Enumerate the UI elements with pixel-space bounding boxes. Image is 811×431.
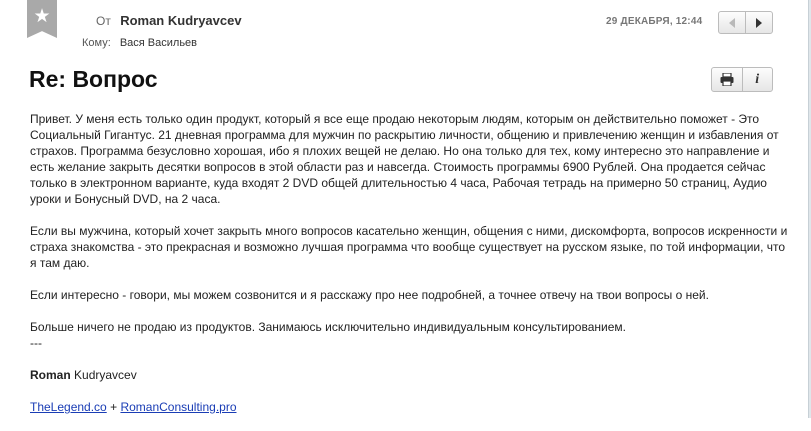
info-button[interactable]: i (743, 68, 773, 91)
signature-last-name: Kudryavcev (74, 368, 137, 382)
message-tools: i (711, 67, 773, 92)
message-body: Привет. У меня есть только один продукт,… (30, 111, 790, 431)
body-paragraph-2: Если вы мужчина, который хочет закрыть м… (30, 224, 788, 270)
body-paragraph-4: Больше ничего не продаю из продуктов. За… (30, 320, 626, 334)
link-joiner: + (110, 400, 118, 414)
body-paragraph-1: Привет. У меня есть только один продукт,… (30, 112, 779, 206)
to-label: Кому: (82, 37, 111, 49)
message-navigation (718, 11, 773, 34)
from-label: От (96, 14, 111, 28)
printer-icon (720, 73, 734, 86)
link-thelegend[interactable]: TheLegend.co (30, 400, 107, 414)
signature-separator: --- (30, 336, 42, 350)
link-romanconsulting[interactable]: RomanConsulting.pro (120, 400, 236, 414)
message-subject: Re: Вопрос (29, 66, 158, 92)
recipient-name[interactable]: Вася Васильев (120, 37, 197, 49)
chevron-left-icon (729, 17, 735, 28)
recipient-row: Кому: Вася Васильев (82, 37, 197, 50)
signature-links: TheLegend.co + RomanConsulting.pro (30, 399, 790, 415)
star-icon: ★ (33, 5, 51, 27)
bookmark-flag[interactable]: ★ (27, 0, 57, 38)
next-message-button[interactable] (746, 12, 772, 33)
right-border-line (808, 0, 809, 418)
body-paragraph-3: Если интересно - говори, мы можем созвон… (30, 288, 709, 302)
sender-name[interactable]: Roman Kudryavcev (120, 13, 241, 28)
signature: Roman Kudryavcev (30, 367, 790, 383)
chevron-right-icon (756, 17, 762, 28)
info-icon: i (755, 71, 760, 87)
print-button[interactable] (712, 68, 742, 91)
message-date: 29 ДЕКАБРЯ, 12:44 (606, 16, 703, 27)
signature-first-name: Roman (30, 368, 71, 382)
prev-message-button[interactable] (719, 12, 745, 33)
sender-row: От Roman Kudryavcev (96, 13, 242, 29)
